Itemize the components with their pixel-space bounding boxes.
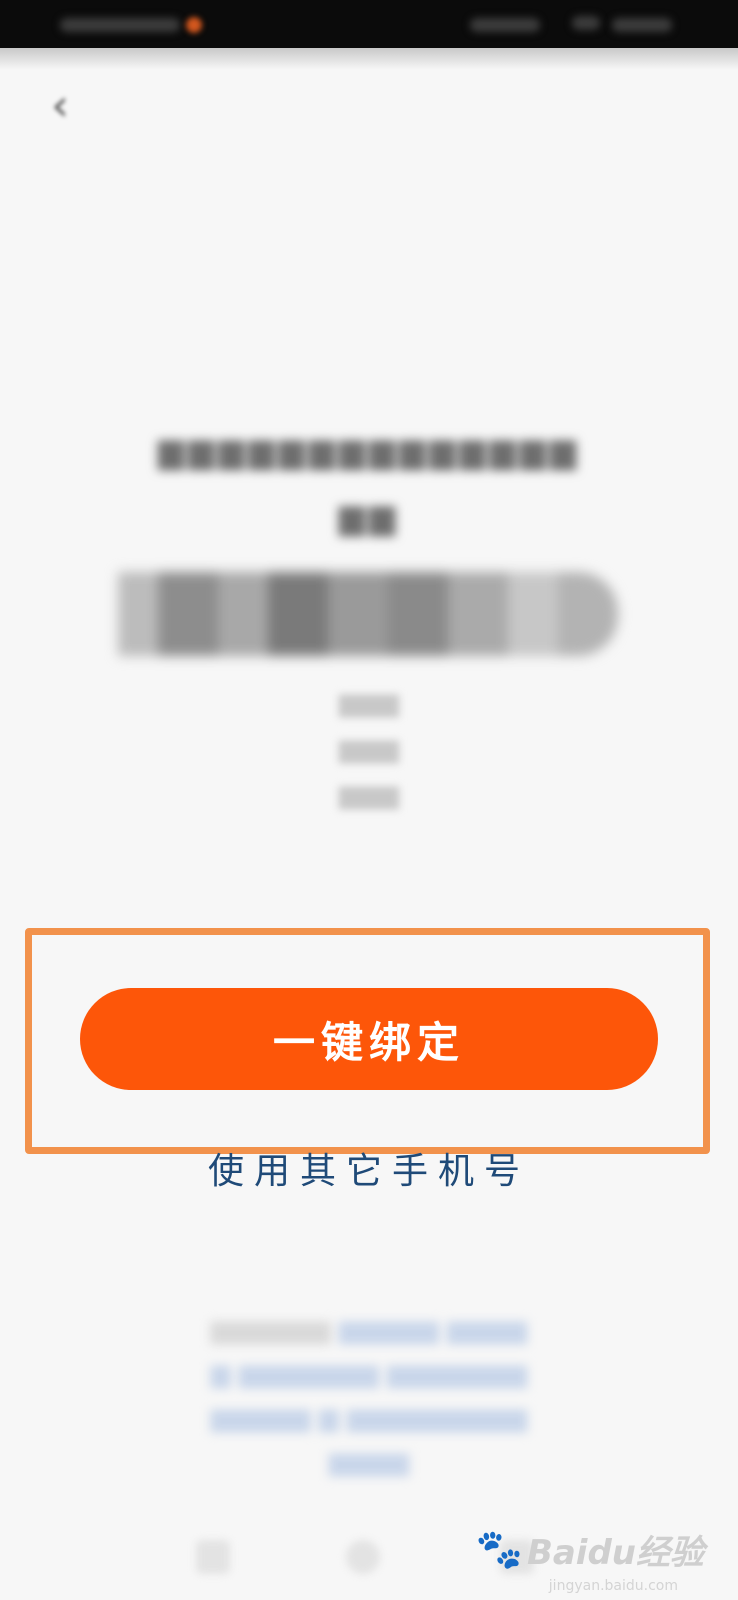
bind-phone-screen: ‹ ▆▆▆▆▆▆▆▆▆▆▆▆▆▆ ▆▆ ▆▆▆ ▆▆▆ ▆▆▆ 一键绑定 使用其它… (0, 0, 738, 1600)
paw-icon: 🐾 (475, 1527, 523, 1571)
blurred-carrier-line-2: ▆▆▆ (339, 734, 399, 764)
use-other-phone-link[interactable]: 使用其它手机号 (0, 1146, 738, 1198)
blurred-phone-number (118, 572, 618, 656)
nav-back-icon[interactable] (196, 1540, 230, 1574)
watermark-logo-text: Baidu经验 (526, 1533, 704, 1573)
status-bar (0, 0, 738, 48)
bind-button-label: 一键绑定 (272, 1017, 465, 1067)
nav-home-icon[interactable] (346, 1540, 380, 1574)
back-button[interactable]: ‹ (36, 78, 84, 134)
blurred-carrier-line-3: ▆▆▆ (339, 780, 399, 810)
baidu-jingyan-watermark: 🐾 Baidu经验 (476, 1525, 704, 1574)
status-bar-shadow (0, 48, 738, 70)
back-arrow-icon: ‹ (51, 80, 69, 131)
blurred-carrier-line-1: ▆▆▆ (339, 688, 399, 718)
blurred-agreement-text: ▆▆▆▆▆▆ ▆▆▆▆▆ ▆▆▆▆ ▆ ▆▆▆▆▆▆▆ ▆▆▆▆▆▆▆ ▆▆▆▆… (210, 1315, 528, 1477)
status-notification-dot (186, 17, 202, 33)
status-time-blur (612, 18, 672, 32)
status-carrier-blur (60, 18, 180, 32)
blurred-headline: ▆▆▆▆▆▆▆▆▆▆▆▆▆▆ ▆▆ (157, 431, 581, 537)
one-click-bind-button[interactable]: 一键绑定 (80, 988, 658, 1090)
battery-icon (572, 16, 600, 30)
watermark-url: jingyan.baidu.com (548, 1578, 678, 1594)
status-signal-blur (470, 18, 540, 32)
